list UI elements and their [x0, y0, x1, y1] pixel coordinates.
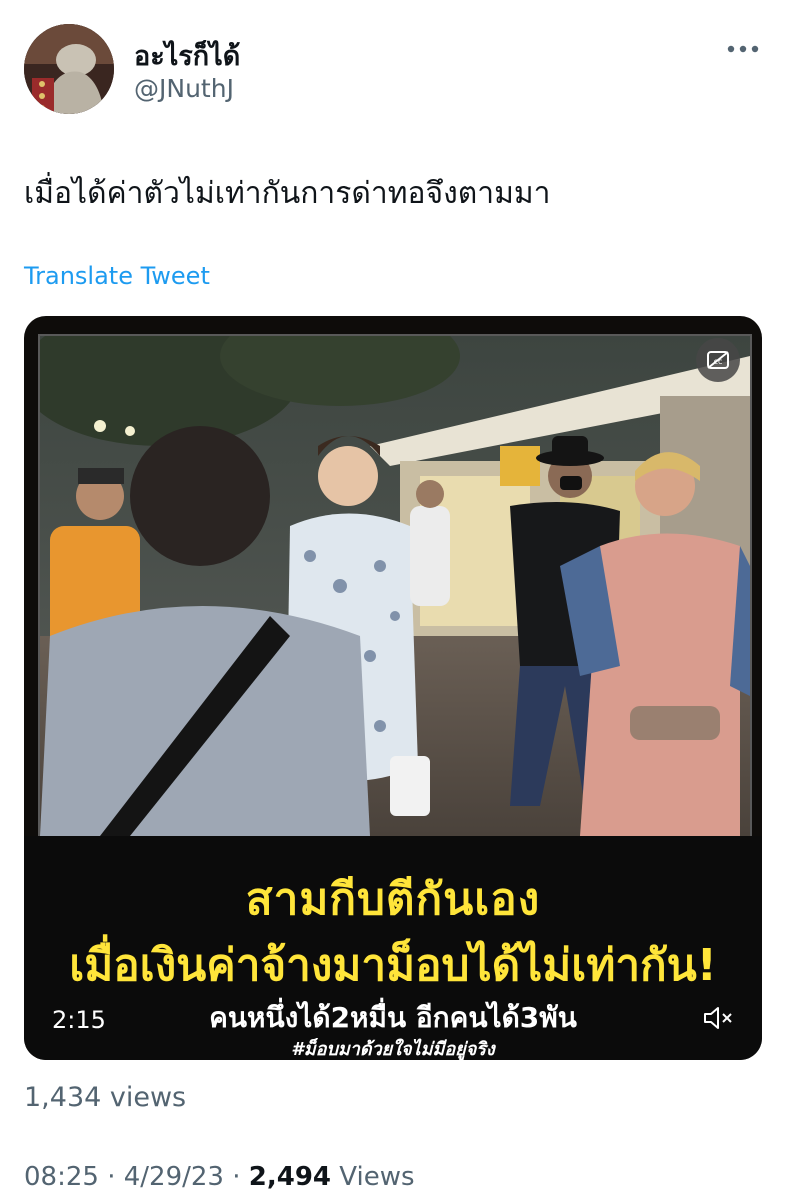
- video-caption-line-1: สามกีบตีกันเอง: [245, 874, 541, 925]
- tweet-views-label: Views: [339, 1162, 415, 1192]
- closed-captions-icon: cc: [707, 351, 729, 369]
- tweet-text: เมื่อได้ค่าตัวไม่เท่ากันการด่าทอจึงตามมา: [24, 176, 551, 211]
- avatar[interactable]: [24, 24, 114, 114]
- tweet-time[interactable]: 08:25: [24, 1162, 99, 1192]
- video-views-count: 1,434 views: [24, 1082, 187, 1113]
- author-display-name[interactable]: อะไรก็ได้: [134, 34, 240, 77]
- video-duration: 2:15: [52, 1006, 106, 1034]
- closed-captions-button[interactable]: cc: [696, 338, 740, 382]
- video-player[interactable]: cc สามกีบตีกันเอง เมื่อเงินค่าจ้างมาม็อบ…: [24, 316, 762, 1060]
- more-options-button[interactable]: [726, 32, 760, 66]
- meta-separator: ·: [232, 1162, 241, 1192]
- video-caption-line-2: เมื่อเงินค่าจ้างมาม็อบได้ไม่เท่ากัน!: [69, 940, 717, 991]
- tweet-date[interactable]: 4/29/23: [124, 1162, 224, 1192]
- avatar-image: [24, 24, 114, 114]
- video-frame: [38, 334, 752, 838]
- video-caption-hashtag: #ม็อบมาด้วยใจไม่มีอยู่จริง: [291, 1039, 495, 1060]
- tweet-views-total[interactable]: 2,494: [249, 1162, 331, 1192]
- tweet-meta: 08:25 · 4/29/23 · 2,494 Views: [24, 1162, 415, 1192]
- speaker-muted-icon: [704, 1007, 732, 1029]
- video-scene-image: [40, 336, 750, 836]
- meta-separator: ·: [107, 1162, 116, 1192]
- translate-tweet-link[interactable]: Translate Tweet: [24, 262, 210, 290]
- more-dots-icon: [727, 45, 759, 53]
- author-handle[interactable]: @JNuthJ: [134, 74, 234, 103]
- mute-button[interactable]: [702, 1004, 734, 1032]
